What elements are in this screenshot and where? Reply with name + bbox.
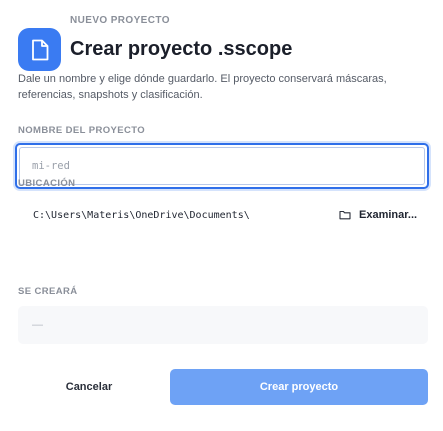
project-name-field [15, 143, 429, 189]
cancel-button[interactable]: Cancelar [18, 369, 160, 405]
dialog-eyebrow: NUEVO PROYECTO [70, 15, 170, 26]
browse-button[interactable]: Examinar... [339, 209, 417, 221]
location-path: C:\Users\Materis\OneDrive\Documents\ [33, 209, 250, 221]
will-create-preview: — [18, 306, 428, 344]
dialog-description: Dale un nombre y elige dónde guardarlo. … [18, 73, 387, 101]
location-label: UBICACIÓN [18, 178, 76, 189]
project-name-label: NOMBRE DEL PROYECTO [18, 125, 146, 136]
dialog-title: Crear proyecto .sscope [70, 38, 293, 60]
will-create-label: SE CREARÁ [18, 286, 78, 297]
will-create-value: — [32, 319, 43, 331]
folder-icon [339, 210, 351, 220]
file-icon [18, 28, 61, 71]
new-project-dialog: NUEVO PROYECTO Crear proyecto .sscope Da… [0, 0, 443, 431]
browse-button-label: Examinar... [359, 209, 418, 221]
project-name-input[interactable] [19, 147, 425, 185]
create-project-button[interactable]: Crear proyecto [170, 369, 428, 405]
location-row: C:\Users\Materis\OneDrive\Documents\ Exa… [18, 198, 428, 232]
